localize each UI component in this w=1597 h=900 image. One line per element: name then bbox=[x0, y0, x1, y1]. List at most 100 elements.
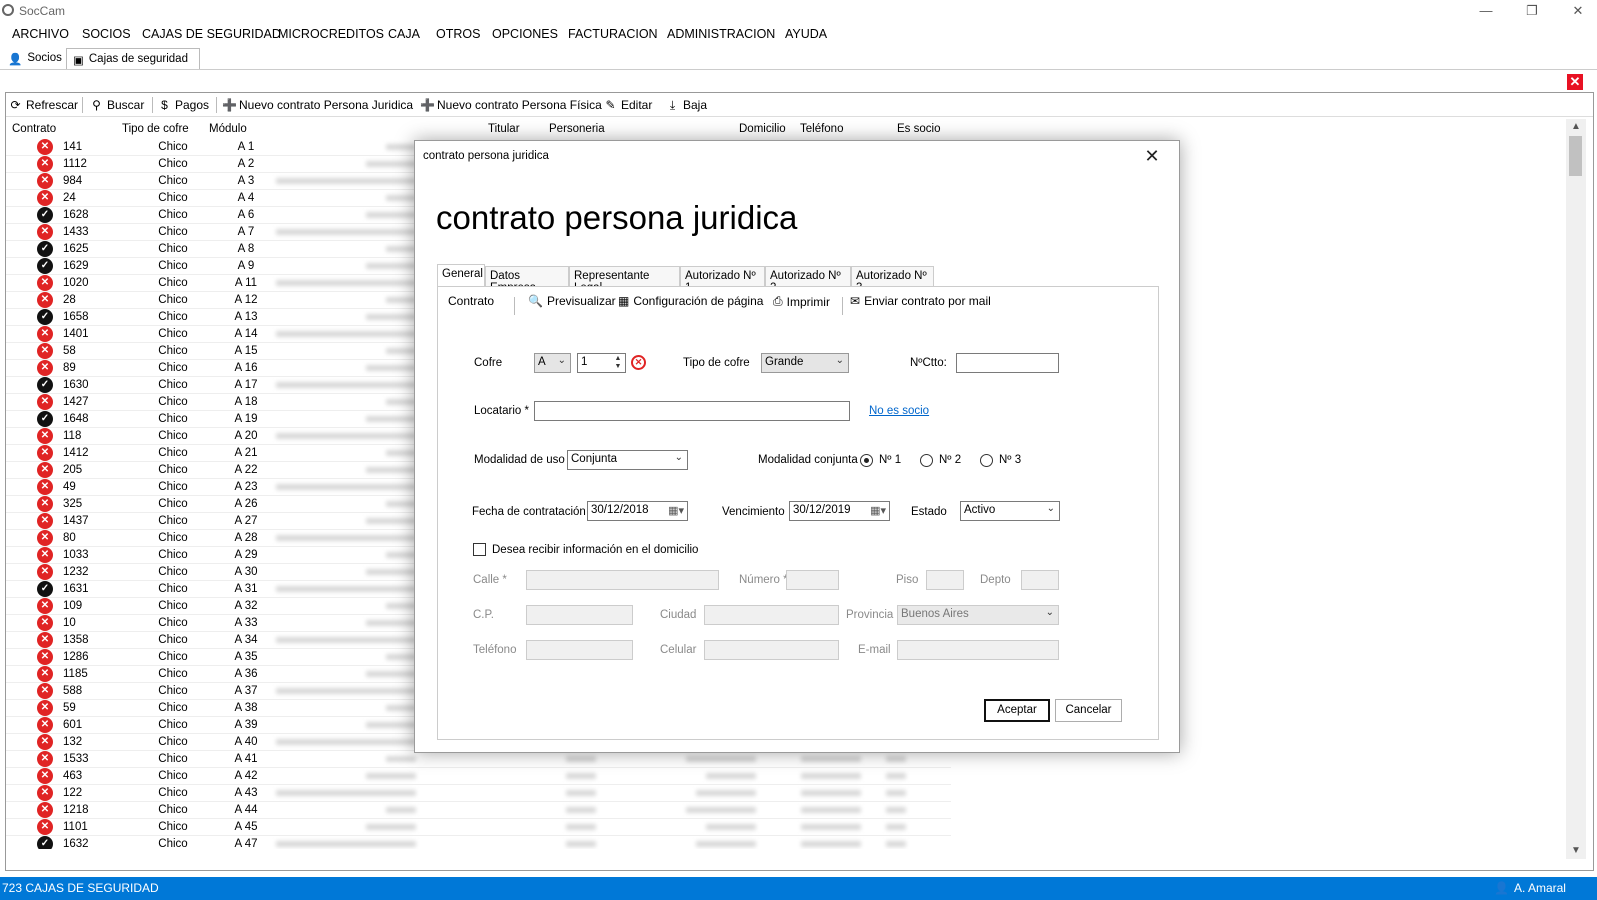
main-toolbar: ⟳ Refrescar ⚲ Buscar $ Pagos ➕ Nuevo con… bbox=[6, 93, 1593, 117]
tipo-cofre-cell: Chico bbox=[158, 447, 188, 459]
menu-administracion[interactable]: ADMINISTRACION bbox=[667, 27, 775, 41]
spinner-arrows-icon[interactable]: ▲ ▼ bbox=[612, 355, 624, 371]
vencimiento-picker[interactable]: 30/12/2019 ▦▾ bbox=[789, 501, 890, 521]
restore-button[interactable]: ❐ bbox=[1509, 2, 1555, 20]
fecha-contratacion-picker[interactable]: 30/12/2018 ▦▾ bbox=[587, 501, 688, 521]
dialog-heading: contrato persona juridica bbox=[436, 199, 798, 236]
col-domicilio[interactable]: Domicilio bbox=[739, 123, 786, 135]
menu-facturacion[interactable]: FACTURACION bbox=[568, 27, 658, 41]
modulo-cell: A 11 bbox=[234, 277, 258, 289]
modulo-cell: A 37 bbox=[234, 685, 258, 697]
payments-button[interactable]: $ Pagos bbox=[158, 98, 209, 112]
contrato-cell: 1412 bbox=[63, 447, 89, 459]
col-telefono[interactable]: Teléfono bbox=[800, 123, 843, 135]
redacted-cell bbox=[366, 518, 416, 524]
ncto-input[interactable] bbox=[956, 353, 1059, 373]
accept-button[interactable]: Aceptar bbox=[984, 699, 1050, 722]
modulo-cell: A 26 bbox=[234, 498, 258, 510]
modulo-cell: A 20 bbox=[234, 430, 258, 442]
menu-opciones[interactable]: OPCIONES bbox=[492, 27, 558, 41]
redacted-cell bbox=[386, 348, 416, 354]
new-juridica-button[interactable]: ➕ Nuevo contrato Persona Juridica bbox=[222, 98, 413, 112]
print-button[interactable]: ⎙ Imprimir bbox=[773, 294, 830, 309]
error-circle-icon: ✕ bbox=[37, 530, 53, 546]
col-es-socio[interactable]: Es socio bbox=[897, 123, 940, 135]
tipo-cofre-select[interactable]: Grande ⌄ bbox=[761, 353, 849, 373]
modulo-cell: A 12 bbox=[234, 294, 258, 306]
locatario-input[interactable] bbox=[534, 401, 850, 421]
estado-select[interactable]: Activo ⌄ bbox=[960, 501, 1060, 521]
cofre-number-stepper[interactable]: 1 ▲ ▼ bbox=[577, 353, 626, 373]
calendar-icon[interactable]: ▦▾ bbox=[870, 504, 886, 517]
col-contrato[interactable]: Contrato bbox=[12, 123, 56, 135]
tab-socios[interactable]: 👤 Socios bbox=[2, 48, 68, 70]
minimize-button[interactable]: — bbox=[1463, 2, 1509, 20]
menu-caja[interactable]: CAJA bbox=[388, 27, 420, 41]
vertical-scrollbar[interactable]: ▲ ▼ bbox=[1566, 119, 1586, 859]
menu-socios[interactable]: SOCIOS bbox=[82, 27, 131, 41]
radio-n2[interactable] bbox=[920, 454, 933, 467]
radio-n3[interactable] bbox=[980, 454, 993, 467]
tab-datos-empresa[interactable]: Datos Empresa bbox=[485, 266, 569, 294]
contrato-cell: 1033 bbox=[63, 549, 89, 561]
col-personeria[interactable]: Personeria bbox=[549, 123, 605, 135]
tab-autorizado-1[interactable]: Autorizado Nº 1 bbox=[680, 266, 765, 294]
tab-general[interactable]: General bbox=[437, 264, 485, 287]
contrato-cell: 10 bbox=[63, 617, 76, 629]
table-row[interactable]: ✕ 1218 Chico A 44 bbox=[6, 802, 951, 819]
page-setup-button[interactable]: ▦ Configuración de página bbox=[618, 294, 763, 308]
menu-ayuda[interactable]: AYUDA bbox=[785, 27, 827, 41]
redacted-cell bbox=[801, 841, 861, 847]
domicilio-checkbox[interactable] bbox=[473, 543, 486, 556]
refresh-button[interactable]: ⟳ Refrescar bbox=[9, 98, 78, 112]
col-tipo-cofre[interactable]: Tipo de cofre bbox=[122, 123, 189, 135]
table-row[interactable]: ✓ 1632 Chico A 47 bbox=[6, 836, 951, 849]
tipo-cofre-value: Grande bbox=[765, 356, 804, 368]
user-menu[interactable]: 👤 A. Amaral bbox=[1494, 881, 1566, 895]
tab-autorizado-3[interactable]: Autorizado Nº 3 bbox=[851, 266, 934, 294]
calendar-icon[interactable]: ▦▾ bbox=[668, 504, 684, 517]
modulo-cell: A 23 bbox=[234, 481, 258, 493]
tab-representante-legal[interactable]: Representante Legal bbox=[569, 266, 680, 294]
tipo-cofre-cell: Chico bbox=[158, 566, 188, 578]
send-mail-button[interactable]: ✉ Enviar contrato por mail bbox=[850, 294, 991, 308]
modalidad-value: Conjunta bbox=[571, 453, 618, 465]
table-row[interactable]: ✕ 1101 Chico A 45 bbox=[6, 819, 951, 836]
tipo-cofre-cell: Chico bbox=[158, 821, 188, 833]
redacted-cell bbox=[366, 365, 416, 371]
contrato-cell: 325 bbox=[63, 498, 83, 510]
table-row[interactable]: ✕ 463 Chico A 42 bbox=[6, 768, 951, 785]
close-panel-button[interactable]: ✕ bbox=[1567, 74, 1583, 90]
col-titular[interactable]: Titular bbox=[488, 123, 520, 135]
new-fisica-button[interactable]: ➕ Nuevo contrato Persona Física bbox=[420, 98, 602, 112]
table-row[interactable]: ✕ 122 Chico A 43 bbox=[6, 785, 951, 802]
cancel-button[interactable]: Cancelar bbox=[1055, 699, 1122, 722]
close-window-button[interactable]: ✕ bbox=[1555, 2, 1597, 20]
menu-archivo[interactable]: ARCHIVO bbox=[12, 27, 69, 41]
preview-button[interactable]: 🔍 Previsualizar bbox=[528, 294, 616, 308]
menu-cajas-de-seguridad[interactable]: CAJAS DE SEGURIDAD bbox=[142, 27, 281, 41]
edit-button[interactable]: ✎ Editar bbox=[604, 98, 652, 112]
no-es-socio-link[interactable]: No es socio bbox=[869, 405, 929, 417]
search-button[interactable]: ⚲ Buscar bbox=[90, 98, 144, 112]
email-label: E-mail bbox=[858, 644, 891, 656]
tab-autorizado-2[interactable]: Autorizado Nº 2 bbox=[765, 266, 851, 294]
remove-button[interactable]: ⤓ Baja bbox=[666, 98, 707, 112]
modulo-cell: A 29 bbox=[234, 549, 258, 561]
dialog-close-icon[interactable]: ✕ bbox=[1141, 145, 1163, 167]
scroll-down-icon[interactable]: ▼ bbox=[1566, 845, 1586, 856]
scroll-thumb[interactable] bbox=[1569, 136, 1582, 176]
clear-cofre-icon[interactable]: ✕ bbox=[631, 355, 646, 370]
tab-cajas-de-seguridad[interactable]: ▣ Cajas de seguridad bbox=[66, 48, 200, 70]
modalidad-select[interactable]: Conjunta ⌄ bbox=[567, 450, 688, 470]
radio-n1[interactable] bbox=[860, 454, 873, 467]
col-modulo[interactable]: Módulo bbox=[209, 123, 247, 135]
menu-microcreditos[interactable]: MICROCREDITOS bbox=[278, 27, 384, 41]
menu-otros[interactable]: OTROS bbox=[436, 27, 480, 41]
tipo-cofre-cell: Chico bbox=[158, 770, 188, 782]
radio-n2-label: Nº 2 bbox=[939, 454, 962, 466]
cofre-letter-select[interactable]: A ⌄ bbox=[534, 353, 571, 373]
toolbar-separator bbox=[216, 97, 217, 113]
scroll-up-icon[interactable]: ▲ bbox=[1566, 121, 1586, 132]
table-row[interactable]: ✕ 1533 Chico A 41 bbox=[6, 751, 951, 768]
